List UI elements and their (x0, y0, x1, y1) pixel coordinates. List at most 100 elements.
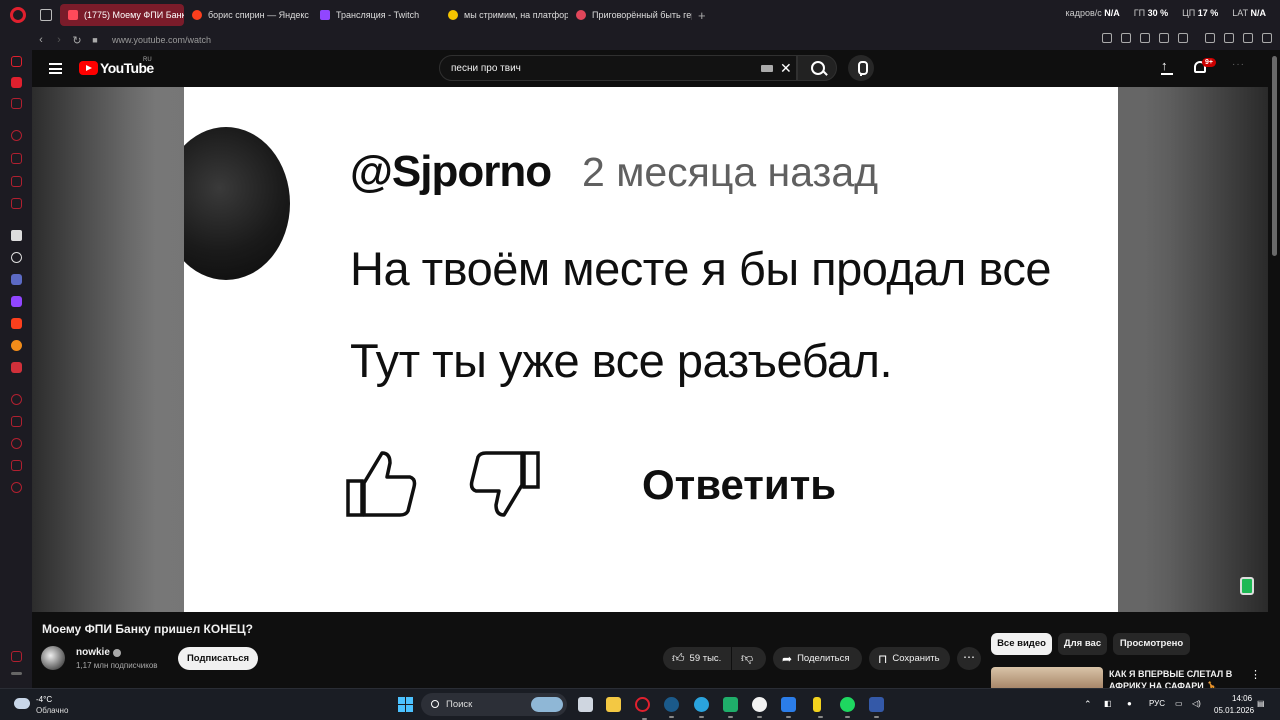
more-icon[interactable] (11, 672, 22, 675)
green-app-icon[interactable] (723, 697, 738, 718)
tab-twitch[interactable]: Трансляция - Twitch (312, 4, 440, 26)
video-popout-icon[interactable] (11, 77, 22, 88)
cloud-icon[interactable] (14, 698, 30, 709)
mic-muted-icon[interactable]: ◧ (1104, 699, 1112, 708)
profile-icon[interactable] (1205, 33, 1215, 43)
opera-gx-taskbar-icon[interactable] (635, 697, 650, 720)
orange-app-icon[interactable] (11, 340, 22, 351)
save-button[interactable]: ⊓ Сохранить (869, 647, 950, 670)
extensions-icon[interactable] (11, 460, 22, 471)
steam-icon[interactable] (664, 697, 679, 718)
file-explorer-icon[interactable] (606, 697, 621, 712)
twitch-icon[interactable] (11, 296, 22, 307)
settings-icon[interactable] (11, 482, 22, 493)
bookmark-icon: ⊓ (878, 651, 888, 666)
menu-icon[interactable] (1262, 33, 1272, 43)
audio-playing-icon[interactable] (68, 10, 78, 20)
back-icon[interactable]: ‹ (32, 34, 50, 46)
yandex-icon[interactable] (11, 318, 22, 329)
upload-icon[interactable] (1161, 58, 1173, 75)
clock-time[interactable]: 14:06 (1232, 694, 1252, 703)
channel-avatar[interactable] (41, 646, 65, 670)
reload-icon[interactable]: ↻ (68, 34, 86, 47)
snapshot-icon[interactable] (1102, 33, 1112, 43)
chip-all-videos[interactable]: Все видео (991, 633, 1052, 655)
tab-game[interactable]: Приговорённый быть героем (568, 4, 692, 26)
page-scrollbar[interactable] (1268, 50, 1280, 688)
spotify-icon[interactable] (840, 697, 855, 718)
clock-icon[interactable] (11, 438, 22, 449)
like-button[interactable]: 👍︎ 59 тыс. (663, 647, 731, 670)
microphone-icon[interactable]: ● (1127, 699, 1132, 708)
home-icon[interactable] (11, 56, 22, 67)
address-bar-actions (1102, 33, 1272, 43)
like-count: 59 тыс. (689, 653, 722, 664)
overlay-app-icon[interactable] (1240, 577, 1254, 595)
taskbar-search[interactable]: Поиск (421, 693, 567, 716)
notification-badge: 9+ (1202, 58, 1216, 67)
telegram-icon[interactable] (694, 697, 709, 718)
url-field[interactable]: www.youtube.com/watch (112, 35, 211, 45)
language-indicator[interactable]: РУС (1149, 699, 1165, 708)
youtube-logo-icon[interactable] (79, 61, 98, 75)
video-player[interactable]: @Sjporno 2 месяца назад На твоём месте я… (32, 87, 1268, 612)
bag-icon[interactable] (11, 98, 22, 109)
video-frame: @Sjporno 2 месяца назад На твоём месте я… (184, 87, 1118, 612)
search-button[interactable] (797, 55, 837, 81)
notification-center-icon[interactable]: ▤ (1257, 699, 1265, 708)
aria-ai-icon[interactable] (11, 230, 22, 241)
messenger-icon[interactable] (11, 274, 22, 285)
chip-watched[interactable]: Просмотрено (1113, 633, 1190, 655)
heart-icon[interactable] (1178, 33, 1188, 43)
dislike-button[interactable]: 👎︎ (732, 647, 766, 670)
forward-icon[interactable]: › (50, 34, 68, 46)
weather-desc[interactable]: Облачно (36, 706, 68, 715)
menu-icon[interactable] (49, 63, 62, 74)
red-app-icon[interactable] (11, 362, 22, 373)
recommendation-title[interactable]: КАК Я ВПЕРВЫЕ СЛЕТАЛ В АФРИКУ НА САФАРИ … (1109, 668, 1239, 688)
wallet-icon[interactable] (11, 153, 22, 164)
easy-setup-icon[interactable] (1224, 33, 1234, 43)
channel-name[interactable]: nowkie (76, 647, 110, 658)
network-icon[interactable]: ▭ (1175, 699, 1183, 708)
tab-stream[interactable]: мы стримим, на платформе (440, 4, 568, 26)
play-icon[interactable] (1159, 33, 1169, 43)
shield-icon[interactable] (1140, 33, 1150, 43)
yandex-browser-icon[interactable] (752, 697, 767, 718)
clock-date[interactable]: 05.01.2026 (1214, 706, 1254, 715)
app-icon[interactable] (781, 697, 796, 718)
blue-app-icon[interactable] (869, 697, 884, 718)
volume-icon[interactable]: ◁) (1192, 699, 1201, 708)
share-button[interactable]: ➦ Поделиться (773, 647, 862, 670)
recommendation-menu-icon[interactable]: ⋮ (1250, 668, 1261, 681)
yellow-app-icon[interactable] (813, 697, 823, 718)
weather-temp[interactable]: -4°C (36, 695, 52, 704)
search-input[interactable]: песни про твич ✕ (439, 55, 797, 81)
recommendation-thumbnail[interactable] (991, 667, 1103, 688)
more-icon[interactable]: ··· (1232, 59, 1245, 70)
tab-youtube[interactable]: (1775) Моему ФПИ Банку пришел КОНЕЦ? - Y… (60, 4, 184, 26)
player-icon[interactable] (11, 176, 22, 187)
comment-line-1: На твоём месте я бы продал все (350, 242, 1052, 295)
subscribe-button[interactable]: Подписаться (178, 647, 258, 670)
tray-chevron-icon[interactable]: ⌃ (1084, 699, 1092, 710)
opera-logo-icon[interactable] (10, 7, 26, 23)
aria-icon[interactable] (11, 130, 22, 141)
download-icon[interactable] (1243, 33, 1253, 43)
gx-icon[interactable] (11, 651, 22, 662)
clear-search-icon[interactable]: ✕ (780, 60, 792, 77)
pip-icon[interactable] (1121, 33, 1131, 43)
windows-start-icon[interactable] (398, 697, 413, 712)
keyboard-icon[interactable] (761, 65, 773, 72)
new-tab-button[interactable]: + (692, 8, 712, 23)
send-icon[interactable] (11, 416, 22, 427)
workspace-icon[interactable] (40, 9, 52, 21)
task-view-icon[interactable] (578, 697, 593, 712)
voice-search-button[interactable] (848, 55, 874, 81)
more-actions-button[interactable]: ⋯ (957, 647, 981, 670)
history-icon[interactable] (11, 394, 22, 405)
chatgpt-icon[interactable] (11, 252, 22, 263)
tabs-icon[interactable] (11, 198, 22, 209)
tab-yandex[interactable]: борис спирин — Яндекс (184, 4, 312, 26)
chip-for-you[interactable]: Для вас (1058, 633, 1107, 655)
